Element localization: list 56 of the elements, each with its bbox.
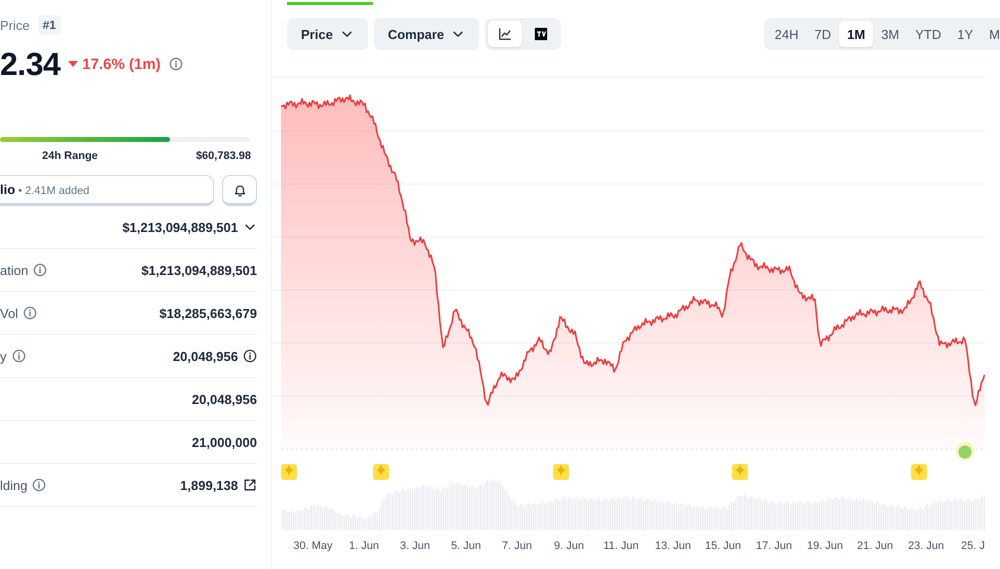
stat-value: $18,285,663,679 <box>159 306 257 320</box>
stat-value: $1,213,094,889,501 <box>141 262 257 278</box>
stat-label: lding <box>0 478 28 492</box>
tv-logo-icon <box>534 27 548 41</box>
axis-label: 21. Jun <box>856 540 894 552</box>
range-tab[interactable]: M <box>981 21 1000 47</box>
bell-icon <box>232 182 246 196</box>
info-icon <box>168 57 183 71</box>
range-tab[interactable]: 1M <box>839 21 874 47</box>
range-tab[interactable]: YTD <box>907 21 950 47</box>
coin-title: Price <box>0 18 30 32</box>
stat-value: 1,899,138 <box>180 478 238 492</box>
portfolio-button[interactable]: lio • 2.41M added <box>0 175 214 206</box>
range-tab[interactable]: 1Y <box>949 21 982 47</box>
stat-value: $1,213,094,889,501 <box>122 220 238 234</box>
stat-label: y <box>0 348 6 364</box>
axis-label: 17. Jun <box>756 540 792 552</box>
dropdown-button[interactable]: Compare <box>374 18 480 50</box>
stat-value: 20,048,956 <box>172 348 238 364</box>
event-marker-icon <box>281 464 297 480</box>
event-marker-icon <box>911 464 927 480</box>
axis-label: 5. Jun <box>451 540 481 552</box>
rank-badge: #1 <box>38 15 61 35</box>
event-marker-icon <box>553 464 569 480</box>
info-icon <box>243 349 257 363</box>
range-tab[interactable]: 7D <box>806 21 840 47</box>
axis-label: 23. Jun <box>908 540 944 552</box>
axis-label: 9. Jun <box>554 540 584 552</box>
alert-button[interactable] <box>222 175 257 206</box>
avatar-icon <box>956 442 974 460</box>
price-value: 2.34 <box>0 46 60 82</box>
axis-label: 1. Jun <box>349 540 379 552</box>
axis-label: 3. Jun <box>400 540 430 552</box>
axis-label: 13. Jun <box>654 540 692 552</box>
price-change: 17.6% (1m) <box>82 56 161 72</box>
stat-label: Vol <box>0 306 18 320</box>
axis-label: 30. May <box>293 540 333 552</box>
stat-value: 21,000,000 <box>192 434 257 450</box>
axis-label: 15. Jun <box>704 540 742 552</box>
event-marker-icon <box>732 464 748 480</box>
axis-label: 19. Jun <box>806 540 844 552</box>
range-tab[interactable]: 24H <box>766 21 806 47</box>
external-link-icon <box>243 478 257 492</box>
axis-label: 11. Jun <box>603 540 639 552</box>
axis-label: 7. Jun <box>502 540 532 552</box>
down-triangle-icon <box>68 60 78 68</box>
event-marker-icon <box>373 464 389 480</box>
axis-label: 25. J <box>961 540 985 552</box>
dropdown-button[interactable]: Price <box>287 18 368 50</box>
range-label: 24h Range <box>41 150 99 162</box>
range-tab[interactable]: 3M <box>873 21 908 47</box>
line-chart-icon <box>498 27 512 41</box>
stat-label: ation <box>0 262 28 278</box>
stat-value: 20,048,956 <box>192 392 257 406</box>
range-high: $60,783.98 <box>196 150 251 162</box>
line-chart-button[interactable] <box>488 21 522 47</box>
